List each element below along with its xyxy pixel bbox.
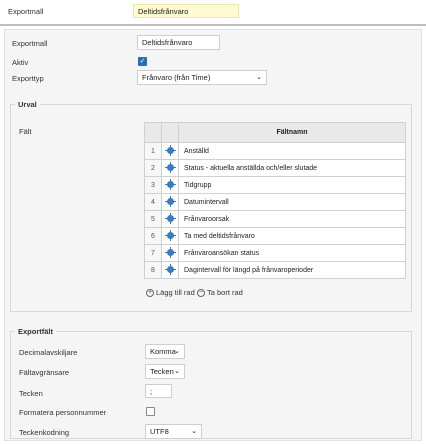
tecken-input[interactable]: ; — [145, 384, 172, 398]
plus-circle-icon: + — [146, 289, 154, 298]
exporttyp-value: Frånvaro (från Time) — [142, 73, 211, 82]
faltavgransare-label: Fältavgränsare — [19, 368, 70, 377]
aktiv-label: Aktiv — [12, 58, 29, 67]
row-field-name[interactable]: Frånvaroorsak — [178, 210, 406, 228]
row-field-name[interactable]: Ta med deltidsfrånvaro — [178, 227, 406, 245]
faltavgransare-value: Tecken — [150, 367, 174, 376]
teckenkodning-value: UTF8 — [150, 427, 169, 436]
faltavgransare-select[interactable]: Tecken ⌄ — [145, 364, 185, 379]
table-row[interactable]: 1 Anställd — [144, 142, 406, 160]
faltnamn-header: Fältnamn — [178, 122, 406, 143]
row-field-name[interactable]: Anställd — [178, 142, 406, 160]
chevron-down-icon: ⌄ — [256, 74, 262, 81]
exportfalt-legend: Exportfält — [15, 327, 57, 336]
falt-label: Fält — [19, 127, 32, 136]
row-field-name[interactable]: Frånvaroansökan status — [178, 244, 406, 262]
table-row[interactable]: 2 Status - aktuella anställda och/eller … — [144, 159, 406, 177]
row-number: 4 — [144, 193, 162, 211]
chevron-down-icon: ⌄ — [174, 368, 180, 375]
row-number: 5 — [144, 210, 162, 228]
table-row[interactable]: 3 Tidgrupp — [144, 176, 406, 194]
minus-circle-icon: − — [197, 289, 205, 298]
row-field-name[interactable]: Dagintervall för längd på frånvaroperiod… — [178, 261, 406, 279]
row-field-name[interactable]: Status - aktuella anställda och/eller sl… — [178, 159, 406, 177]
drag-move-icon[interactable] — [164, 247, 176, 259]
remove-row-label: Ta bort rad — [207, 288, 243, 297]
decimal-label: Decimalavskiljare — [19, 348, 78, 357]
row-field-name[interactable]: Datumintervall — [178, 193, 406, 211]
tecken-label: Tecken — [19, 389, 43, 398]
row-number: 6 — [144, 227, 162, 245]
table-row[interactable]: 6 Ta med deltidsfrånvaro — [144, 227, 406, 245]
drag-move-icon[interactable] — [164, 230, 176, 242]
falt-table: Fältnamn 1 Anställd 2 Status - aktuella … — [144, 122, 406, 279]
exporttyp-label: Exporttyp — [12, 74, 44, 83]
formatera-checkbox[interactable] — [146, 407, 155, 416]
exportmall-input[interactable]: Deltidsfrånvaro — [137, 35, 220, 50]
drag-move-icon[interactable] — [164, 145, 176, 157]
drag-move-icon[interactable] — [164, 179, 176, 191]
chevron-down-icon: ⌄ — [191, 428, 197, 435]
drag-move-icon[interactable] — [164, 196, 176, 208]
drag-move-icon[interactable] — [164, 264, 176, 276]
add-row-label: Lägg till rad — [156, 288, 195, 297]
decimal-value: Komma — [150, 347, 176, 356]
table-row[interactable]: 8 Dagintervall för längd på frånvaroperi… — [144, 261, 406, 279]
top-exportmall-label: Exportmall — [8, 7, 44, 16]
top-exportmall-value[interactable]: Deltidsfrånvaro — [133, 4, 239, 18]
exporttyp-select[interactable]: Frånvaro (från Time) ⌄ — [137, 70, 267, 85]
row-number: 8 — [144, 261, 162, 279]
row-number: 7 — [144, 244, 162, 262]
row-number: 1 — [144, 142, 162, 160]
formatera-label: Formatera personnummer — [19, 408, 107, 417]
col-drag-header — [161, 122, 179, 143]
col-num-header — [144, 122, 162, 143]
row-number: 2 — [144, 159, 162, 177]
decimal-select[interactable]: Komma ⌄ — [145, 344, 185, 359]
chevron-down-icon: ⌄ — [174, 348, 180, 355]
add-row-button[interactable]: + Lägg till rad — [146, 288, 195, 298]
table-row[interactable]: 4 Datumintervall — [144, 193, 406, 211]
remove-row-button[interactable]: − Ta bort rad — [197, 288, 243, 298]
drag-move-icon[interactable] — [164, 162, 176, 174]
row-field-name[interactable]: Tidgrupp — [178, 176, 406, 194]
aktiv-checkbox[interactable]: ✓ — [138, 57, 147, 66]
table-row[interactable]: 7 Frånvaroansökan status — [144, 244, 406, 262]
row-number: 3 — [144, 176, 162, 194]
urval-legend: Urval — [15, 100, 40, 109]
drag-move-icon[interactable] — [164, 213, 176, 225]
table-row[interactable]: 5 Frånvaroorsak — [144, 210, 406, 228]
teckenkodning-label: Teckenkodning — [19, 428, 70, 437]
exportmall-label: Exportmall — [12, 39, 48, 48]
teckenkodning-select[interactable]: UTF8 ⌄ — [145, 424, 202, 439]
